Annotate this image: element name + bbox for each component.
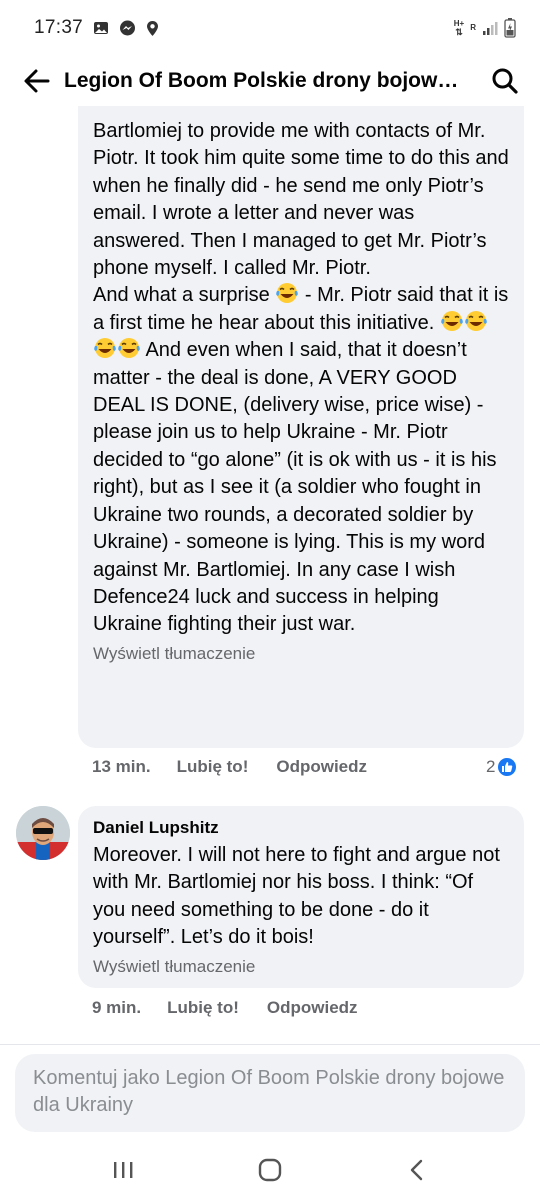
home-icon (258, 1158, 282, 1182)
comment-input[interactable]: Komentuj jako Legion Of Boom Polskie dro… (15, 1054, 525, 1132)
recent-apps-button[interactable] (93, 1145, 153, 1195)
home-button[interactable] (240, 1145, 300, 1195)
roaming-label: R (470, 23, 476, 32)
comment-actions: 13 min. Lubię to! Odpowiedz (92, 757, 367, 777)
battery-icon (504, 18, 516, 38)
tears-of-joy-emoji-icon (275, 283, 299, 306)
status-left: 17:37 (34, 17, 159, 39)
tears-of-joy-emoji-icon (440, 310, 464, 334)
gallery-icon (93, 20, 109, 36)
back-button[interactable] (12, 56, 62, 106)
search-icon (492, 68, 518, 94)
see-translation-link[interactable]: Wyświetl tłumaczenie (93, 957, 255, 977)
system-nav-bar (0, 1140, 540, 1200)
status-time: 17:37 (34, 17, 84, 38)
comment-author[interactable]: Daniel Lupshitz (93, 818, 510, 838)
network-arrows: ⇅ (455, 27, 463, 37)
recent-apps-icon (114, 1162, 133, 1178)
comment-text: Moreover. I will not here to fight and a… (93, 844, 506, 949)
search-button[interactable] (480, 56, 530, 106)
comment-composer: Komentuj jako Legion Of Boom Polskie dro… (0, 1044, 540, 1140)
screen: 17:37 H+ ⇅ R Legion Of Boom Polskie dron… (0, 0, 540, 1200)
arrow-left-icon (24, 69, 50, 93)
status-right: H+ ⇅ R (454, 18, 516, 38)
comment-text-part2: And what a surprise (93, 284, 276, 307)
roaming-indicator: R (470, 24, 476, 32)
comment-time: 13 min. (92, 757, 151, 776)
avatar[interactable] (16, 806, 70, 860)
like-button[interactable]: Lubię to! (177, 757, 249, 777)
network-indicator: H+ ⇅ (454, 20, 464, 37)
comment-bubble: Bartlomiej to provide me with contacts o… (78, 106, 524, 748)
comment-actions: 9 min. Lubię to! Odpowiedz (92, 998, 358, 1018)
see-translation-link[interactable]: Wyświetl tłumaczenie (93, 644, 255, 664)
like-reaction-icon (498, 758, 517, 776)
comment-text: Bartlomiej to provide me with contacts o… (93, 118, 510, 639)
page-title: Legion Of Boom Polskie drony bojowe dla … (64, 69, 470, 92)
like-button[interactable]: Lubię to! (167, 998, 239, 1018)
back-nav-button[interactable] (387, 1145, 447, 1195)
status-bar: 17:37 H+ ⇅ R (0, 0, 540, 56)
tears-of-joy-emoji-icon (93, 338, 117, 361)
signal-icon (482, 20, 498, 36)
tears-of-joy-emoji-icon (117, 338, 141, 361)
comment-text-part4: And even when I said, that it doesn’t ma… (93, 339, 503, 636)
location-icon (146, 20, 159, 37)
messenger-icon (119, 20, 136, 37)
comment-text-part1: Bartlomiej to provide me with contacts o… (93, 120, 515, 280)
tears-of-joy-emoji-icon (464, 310, 488, 334)
back-icon (410, 1159, 422, 1181)
comment-time: 9 min. (92, 998, 142, 1017)
reply-button[interactable]: Odpowiedz (276, 757, 367, 777)
header: Legion Of Boom Polskie drony bojowe dla … (0, 56, 540, 106)
comment-bubble: Daniel Lupshitz Moreover. I will not her… (78, 806, 524, 988)
reaction-count[interactable]: 2 (486, 757, 517, 777)
reply-button[interactable]: Odpowiedz (267, 998, 358, 1018)
reaction-count-number: 2 (486, 757, 496, 776)
